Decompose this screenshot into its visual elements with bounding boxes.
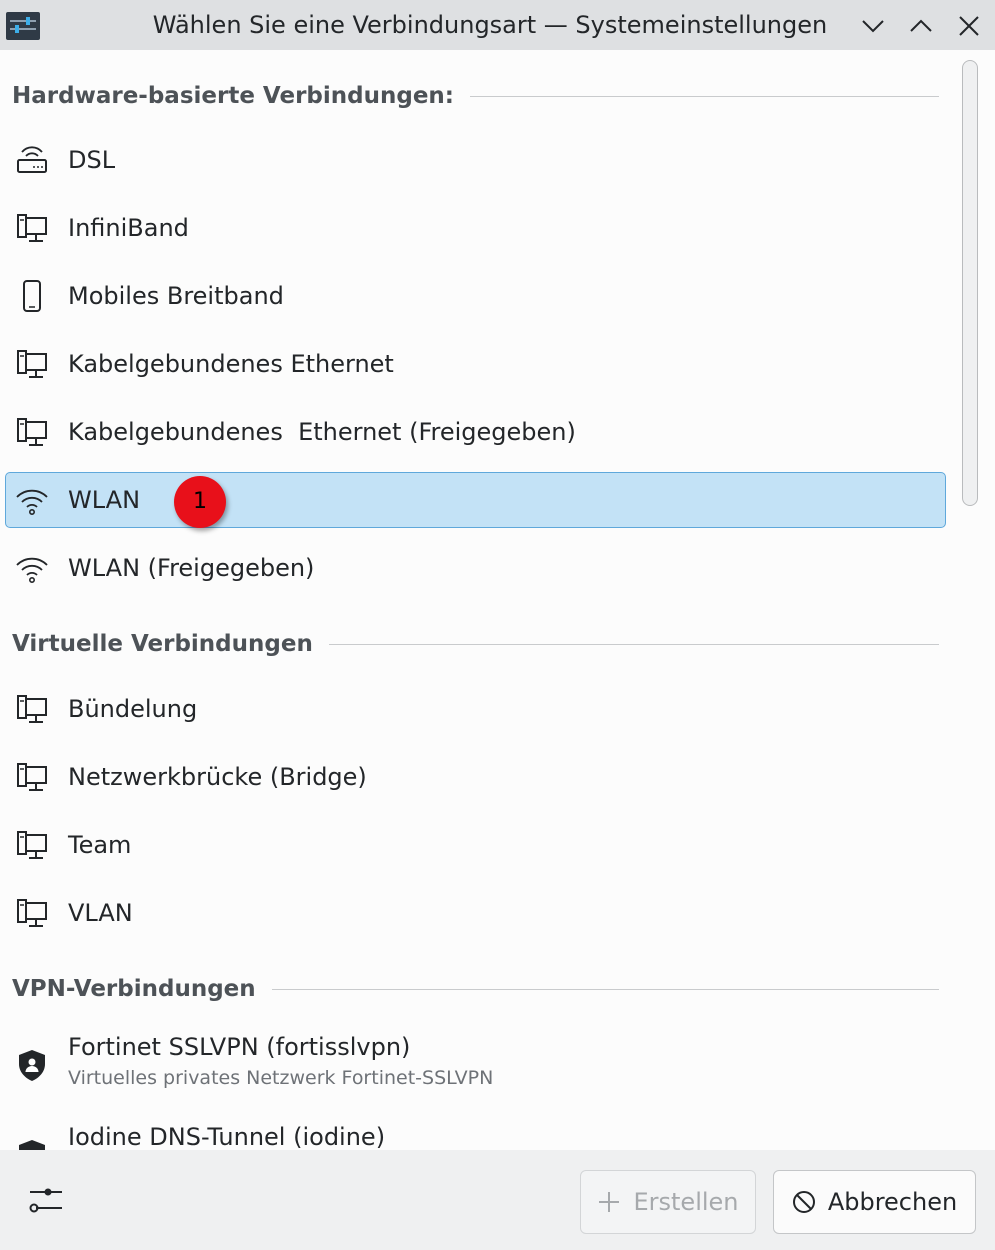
- section-vpn: VPN-Verbindungen: [12, 969, 939, 1009]
- router-icon: [17, 146, 47, 173]
- shield-icon: [19, 1050, 45, 1081]
- wired-network-icon: [17, 831, 47, 859]
- item-label: Kabelgebundenes Ethernet (Freigegeben): [68, 418, 576, 446]
- cancel-icon: [792, 1191, 815, 1213]
- wired-network-icon: [17, 695, 47, 723]
- wired-network-icon: [17, 899, 47, 927]
- list-item-bond[interactable]: Bündelung: [5, 681, 946, 737]
- divider: [328, 643, 939, 645]
- list-item-iodine[interactable]: Iodine DNS-Tunnel (iodine): [5, 1114, 946, 1150]
- list-item-mobile-broadband[interactable]: Mobiles Breitband: [5, 268, 946, 324]
- section-hardware: Hardware-basierte Verbindungen:: [12, 76, 939, 116]
- list-item-vlan[interactable]: VLAN: [5, 885, 946, 941]
- list-item-team[interactable]: Team: [5, 817, 946, 873]
- item-label: Mobiles Breitband: [68, 282, 284, 310]
- plus-icon: [599, 1192, 620, 1212]
- scrollbar-thumb[interactable]: [962, 60, 978, 506]
- item-label: VLAN: [68, 899, 133, 927]
- wifi-icon: [16, 557, 48, 583]
- maximize-button[interactable]: [908, 13, 934, 39]
- wired-network-icon: [17, 418, 47, 446]
- shield-icon: [19, 1140, 45, 1150]
- list-item-ethernet[interactable]: Kabelgebundenes Ethernet: [5, 336, 946, 392]
- divider: [271, 988, 939, 990]
- divider: [470, 95, 939, 97]
- item-label: Iodine DNS-Tunnel (iodine): [68, 1123, 386, 1150]
- section-virtual: Virtuelle Verbindungen: [12, 624, 939, 664]
- wired-network-icon: [17, 214, 47, 242]
- item-label: Netzwerkbrücke (Bridge): [68, 763, 367, 791]
- create-button-label: Erstellen: [633, 1188, 739, 1216]
- title-bar: Wählen Sie eine Verbindungsart — Systeme…: [0, 0, 995, 50]
- window-title: Wählen Sie eine Verbindungsart — Systeme…: [152, 11, 828, 39]
- section-title: VPN-Verbindungen: [12, 976, 256, 1002]
- cancel-button[interactable]: Abbrechen: [773, 1170, 976, 1234]
- list-item-wlan-shared[interactable]: WLAN (Freigegeben): [5, 540, 946, 596]
- close-button[interactable]: [956, 13, 982, 39]
- item-label: Team: [68, 831, 132, 859]
- phone-icon: [23, 280, 41, 312]
- connection-type-list[interactable]: Hardware-basierte Verbindungen: DSL Infi…: [0, 50, 995, 1150]
- list-item-fortinet[interactable]: Fortinet SSLVPN (fortisslvpn) Virtuelles…: [5, 1024, 946, 1104]
- list-item-ethernet-shared[interactable]: Kabelgebundenes Ethernet (Freigegeben): [5, 404, 946, 460]
- section-title: Virtuelle Verbindungen: [12, 631, 313, 657]
- item-label: InfiniBand: [68, 214, 189, 242]
- item-label: WLAN: [68, 486, 141, 514]
- create-button[interactable]: Erstellen: [580, 1170, 756, 1234]
- item-text: Fortinet SSLVPN (fortisslvpn) Virtuelles…: [68, 1025, 493, 1089]
- settings-app-icon: [6, 12, 40, 40]
- item-label: Kabelgebundenes Ethernet: [68, 350, 394, 378]
- annotation-badge: 1: [174, 476, 226, 528]
- item-text: Iodine DNS-Tunnel (iodine): [68, 1115, 385, 1150]
- item-label: Bündelung: [68, 695, 198, 723]
- item-label: DSL: [68, 146, 116, 174]
- dialog-footer: Erstellen Abbrechen: [0, 1150, 995, 1250]
- sliders-icon[interactable]: [26, 1180, 66, 1220]
- wired-network-icon: [17, 350, 47, 378]
- item-label: Fortinet SSLVPN (fortisslvpn): [68, 1033, 411, 1061]
- wired-network-icon: [17, 763, 47, 791]
- scrollbar[interactable]: [958, 60, 982, 1150]
- list-item-dsl[interactable]: DSL: [5, 132, 946, 188]
- list-item-bridge[interactable]: Netzwerkbrücke (Bridge): [5, 749, 946, 805]
- list-item-wlan[interactable]: WLAN 1: [5, 472, 946, 528]
- section-title: Hardware-basierte Verbindungen:: [12, 83, 454, 109]
- list-item-infiniband[interactable]: InfiniBand: [5, 200, 946, 256]
- minimize-button[interactable]: [860, 13, 886, 39]
- wifi-icon: [16, 489, 48, 515]
- cancel-button-label: Abbrechen: [827, 1188, 958, 1216]
- item-description: Virtuelles privates Netzwerk Fortinet-SS…: [68, 1067, 494, 1089]
- item-label: WLAN (Freigegeben): [68, 554, 315, 582]
